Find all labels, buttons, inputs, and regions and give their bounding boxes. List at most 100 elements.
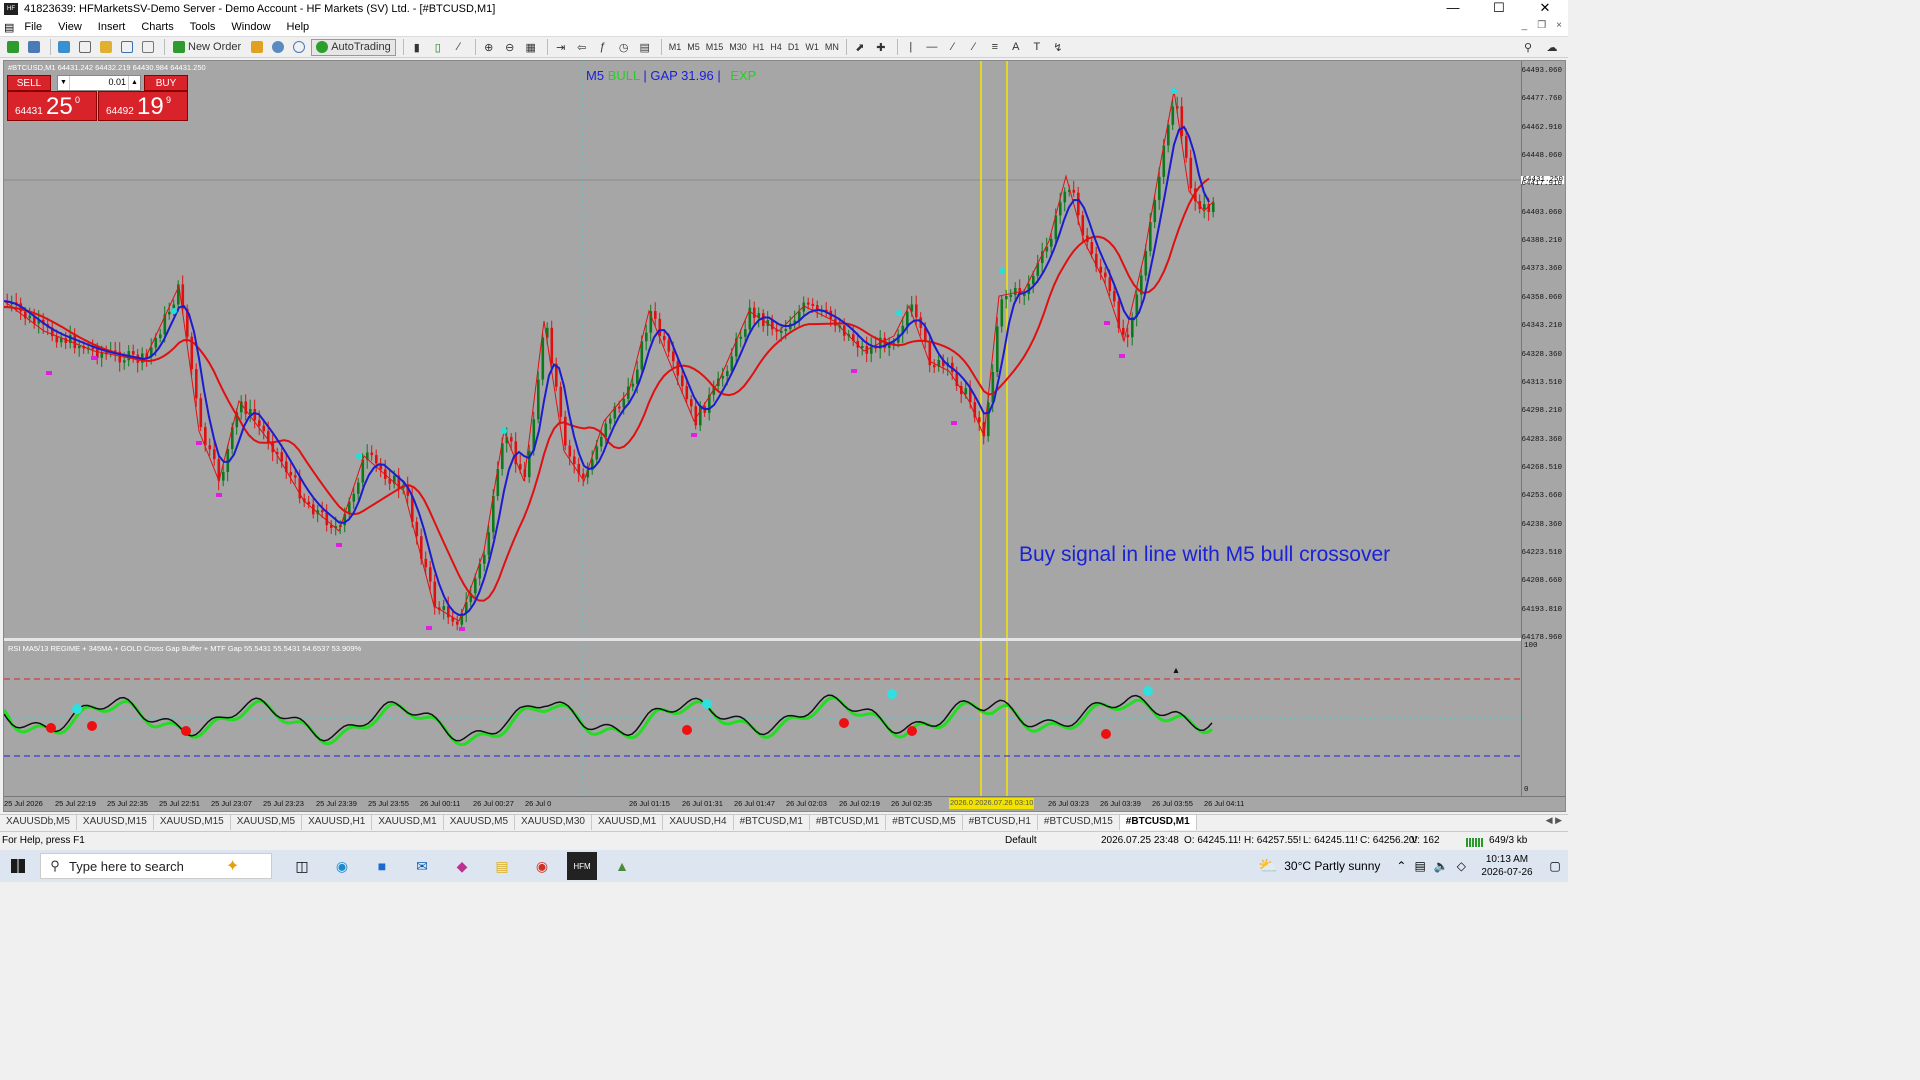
navigator-icon[interactable]: [97, 39, 115, 56]
chart-tab[interactable]: XAUUSD,M15: [154, 815, 231, 830]
status-profile[interactable]: Default: [1005, 835, 1037, 846]
chart-tab[interactable]: XAUUSD,H1: [302, 815, 373, 830]
taskbar-search[interactable]: ⚲ Type here to search ✦: [40, 853, 272, 879]
lot-size-input[interactable]: ▼ 0.01 ▲: [57, 75, 141, 91]
vertical-line-icon[interactable]: |: [902, 39, 920, 56]
arrows-icon[interactable]: ↯: [1049, 39, 1067, 56]
time-axis[interactable]: 2026.0 2026.07.26 03:10 25 Jul 2026 25 Ju…: [4, 796, 1565, 811]
vps-icon[interactable]: [290, 39, 308, 56]
terminal-icon[interactable]: [118, 39, 136, 56]
templates-icon[interactable]: ▤: [636, 39, 654, 56]
chart-tab[interactable]: #BTCUSD,M1: [810, 815, 887, 830]
notifications-icon[interactable]: ▢: [1542, 859, 1568, 873]
chart-tab[interactable]: XAUUSD,H4: [663, 815, 734, 830]
chart-tab[interactable]: XAUUSDb,M5: [0, 815, 77, 830]
menu-charts[interactable]: Charts: [133, 21, 181, 33]
chart-tab[interactable]: XAUUSD,M5: [444, 815, 516, 830]
taskbar-clock[interactable]: 10:13 AM 2026-07-26: [1472, 853, 1542, 879]
chrome-icon[interactable]: ◉: [522, 852, 562, 880]
start-button[interactable]: [0, 850, 36, 882]
chart-tab[interactable]: XAUUSD,M30: [515, 815, 592, 830]
text-icon[interactable]: A: [1007, 39, 1025, 56]
sell-button[interactable]: SELL: [7, 75, 51, 91]
tf-m15[interactable]: M15: [703, 42, 727, 52]
data-window-icon[interactable]: [76, 39, 94, 56]
minimize-icon[interactable]: —: [1430, 0, 1476, 18]
wifi-icon[interactable]: ◇: [1457, 859, 1466, 873]
trendline-icon[interactable]: ∕: [944, 39, 962, 56]
price-chart[interactable]: [4, 61, 1566, 812]
chart-annotation[interactable]: Buy signal in line with M5 bull crossove…: [1019, 543, 1390, 567]
lot-up-icon[interactable]: ▲: [128, 76, 140, 90]
close-icon[interactable]: ✕: [1522, 0, 1568, 18]
chat-icon[interactable]: ☁: [1543, 39, 1561, 56]
candlestick-icon[interactable]: ▯: [429, 39, 447, 56]
chart-tab[interactable]: XAUUSD,M5: [231, 815, 303, 830]
buy-button[interactable]: BUY: [144, 75, 188, 91]
chart-tab[interactable]: #BTCUSD,M1: [1119, 815, 1197, 830]
menu-window[interactable]: Window: [223, 21, 278, 33]
fibonacci-icon[interactable]: ≡: [986, 39, 1004, 56]
mdi-restore-icon[interactable]: ❐: [1537, 20, 1546, 31]
tf-d1[interactable]: D1: [785, 42, 803, 52]
volume-icon[interactable]: 🔈: [1434, 859, 1449, 873]
periods-icon[interactable]: ◷: [615, 39, 633, 56]
menu-insert[interactable]: Insert: [90, 21, 134, 33]
price-scale[interactable]: 64431.250 64493.060 64477.760 64462.910 644…: [1521, 61, 1565, 796]
outlook-icon[interactable]: ✉: [402, 852, 442, 880]
subwindow-divider[interactable]: [4, 638, 1565, 641]
chart-tab[interactable]: #BTCUSD,M5: [886, 815, 963, 830]
channel-icon[interactable]: ⁄: [965, 39, 983, 56]
menu-file[interactable]: File: [16, 21, 50, 33]
line-chart-icon[interactable]: ∕: [450, 39, 468, 56]
chart-tab[interactable]: #BTCUSD,M15: [1038, 815, 1120, 830]
chart-window[interactable]: #BTCUSD,M1 64431.242 64432.219 64430.984…: [3, 60, 1566, 812]
indicators-icon[interactable]: ƒ: [594, 39, 612, 56]
metaeditor-icon[interactable]: [248, 39, 266, 56]
crosshair-icon[interactable]: ✚: [872, 39, 890, 56]
menu-tools[interactable]: Tools: [182, 21, 224, 33]
lot-size-value[interactable]: 0.01: [108, 77, 126, 87]
chart-tab[interactable]: #BTCUSD,M1: [734, 815, 810, 830]
hfm-terminal-icon[interactable]: HFM: [567, 852, 597, 880]
zoom-out-icon[interactable]: ⊖: [501, 39, 519, 56]
cursor-icon[interactable]: ⬈: [851, 39, 869, 56]
task-view-icon[interactable]: ◫: [282, 852, 322, 880]
tf-w1[interactable]: W1: [802, 42, 822, 52]
m365-icon[interactable]: ◆: [442, 852, 482, 880]
tester-icon[interactable]: [139, 39, 157, 56]
lot-dropdown-icon[interactable]: ▼: [58, 76, 70, 90]
mdi-minimize-icon[interactable]: _: [1522, 20, 1528, 31]
chart-tab[interactable]: XAUUSD,M15: [77, 815, 154, 830]
chart-tab[interactable]: XAUUSD,M1: [592, 815, 664, 830]
autoscroll-icon[interactable]: ⇥: [552, 39, 570, 56]
device-icon[interactable]: ▤: [1414, 859, 1425, 873]
tab-nav-icon[interactable]: ◀ ▶: [1546, 815, 1562, 826]
new-chart-icon[interactable]: [4, 39, 22, 56]
market-watch-icon[interactable]: [55, 39, 73, 56]
tf-mn[interactable]: MN: [822, 42, 842, 52]
weather-text[interactable]: 30°C Partly sunny: [1284, 859, 1380, 873]
signals-icon[interactable]: [269, 39, 287, 56]
tf-h1[interactable]: H1: [750, 42, 768, 52]
tf-m1[interactable]: M1: [666, 42, 685, 52]
tf-m5[interactable]: M5: [684, 42, 703, 52]
store-icon[interactable]: ■: [362, 852, 402, 880]
chart-shift-icon[interactable]: ⇦: [573, 39, 591, 56]
tf-h4[interactable]: H4: [767, 42, 785, 52]
menu-help[interactable]: Help: [279, 21, 318, 33]
buy-price[interactable]: 64492 19 9: [98, 91, 188, 121]
autotrading-button[interactable]: AutoTrading: [311, 38, 396, 56]
tile-windows-icon[interactable]: ▦: [522, 39, 540, 56]
bar-chart-icon[interactable]: ▮: [408, 39, 426, 56]
tray-chevron-icon[interactable]: ⌃: [1396, 859, 1406, 873]
search-icon[interactable]: ⚲: [1519, 39, 1537, 56]
file-explorer-icon[interactable]: ▤: [482, 852, 522, 880]
maximize-icon[interactable]: ☐: [1476, 0, 1522, 18]
mdi-close-icon[interactable]: ×: [1556, 20, 1562, 31]
zoom-in-icon[interactable]: ⊕: [480, 39, 498, 56]
new-order-button[interactable]: New Order: [169, 39, 245, 56]
sell-price[interactable]: 64431 25 0: [7, 91, 97, 121]
app-icon[interactable]: ▲: [602, 852, 642, 880]
chart-tab[interactable]: #BTCUSD,H1: [963, 815, 1038, 830]
